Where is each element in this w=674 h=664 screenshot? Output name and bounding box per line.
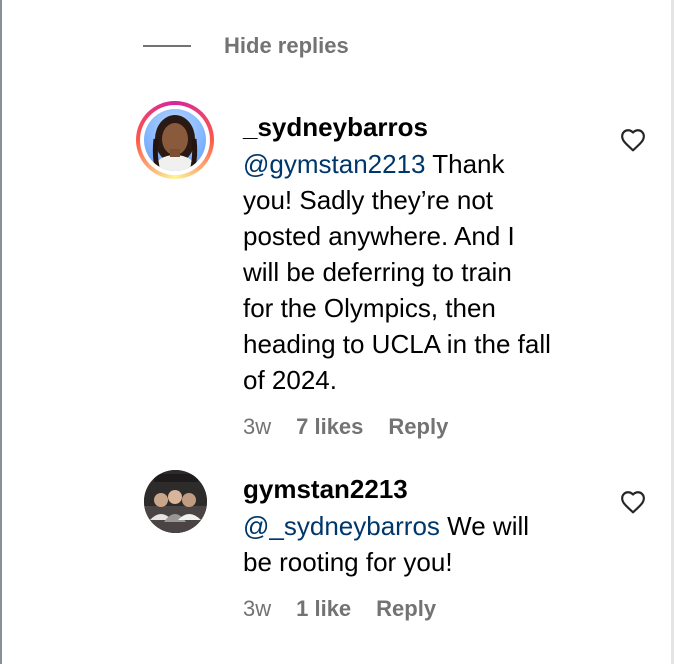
comment-text-line: for the Olympics, then (243, 293, 496, 323)
comment-text-line: you! Sadly they’re not (243, 185, 494, 215)
reply-button[interactable]: Reply (376, 596, 436, 622)
heart-icon[interactable] (620, 128, 646, 152)
mention-link[interactable]: @gymstan2213 (243, 149, 426, 179)
replies-divider-line (143, 45, 191, 47)
heart-icon[interactable] (620, 490, 646, 514)
likes-count[interactable]: 7 likes (296, 414, 363, 440)
avatar-photo (150, 115, 200, 171)
hide-replies-button[interactable]: Hide replies (143, 30, 349, 62)
comment-timestamp[interactable]: 3w (243, 414, 271, 440)
hide-replies-label: Hide replies (224, 33, 349, 58)
comment-text-line: of 2024. (243, 365, 337, 395)
comment-meta: 3w 7 likes Reply (243, 414, 448, 440)
comment-meta: 3w 1 like Reply (243, 596, 436, 622)
window-edge-left (0, 0, 2, 664)
comment-text-line: Thank (425, 149, 505, 179)
comment-text-line: posted anywhere. And I (243, 221, 515, 251)
avatar (144, 109, 206, 171)
likes-count[interactable]: 1 like (296, 596, 351, 622)
comment-text-line: We will (439, 511, 530, 541)
comment-body: @_sydneybarros We will be rooting for yo… (243, 508, 603, 580)
comment-body: @gymstan2213 Thank you! Sadly they’re no… (243, 146, 603, 398)
avatar[interactable] (144, 470, 207, 533)
comment-username[interactable]: gymstan2213 (243, 474, 408, 505)
comment-username[interactable]: _sydneybarros (243, 112, 428, 143)
comment-text-line: will be deferring to train (243, 257, 512, 287)
reply-button[interactable]: Reply (388, 414, 448, 440)
avatar-photo (144, 470, 207, 533)
mention-link[interactable]: @_sydneybarros (243, 511, 440, 541)
story-ring[interactable] (136, 101, 214, 179)
comment-text-line: heading to UCLA in the fall (243, 329, 551, 359)
comment-timestamp[interactable]: 3w (243, 596, 271, 622)
comment-text-line: be rooting for you! (243, 547, 453, 577)
